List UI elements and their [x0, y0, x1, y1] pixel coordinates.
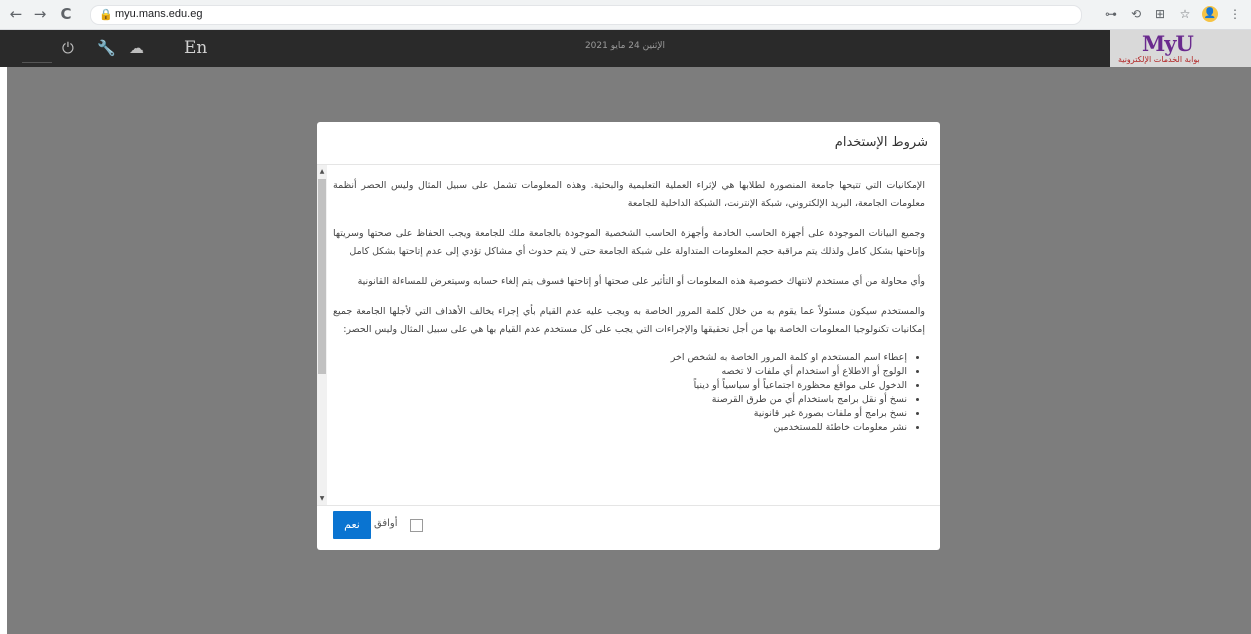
agree-checkbox[interactable]	[410, 519, 423, 532]
logo-subtitle: بوابة الخدمات الإلكترونية	[1118, 55, 1200, 64]
modal-body[interactable]: ▲ ▼ الإمكانيات التي تتيحها جامعة المنصور…	[317, 165, 940, 506]
list-item: الولوج أو الاطلاع أو استخدام أي ملفات لا…	[333, 365, 907, 379]
logo-text: MyU	[1142, 31, 1194, 56]
myu-logo[interactable]: MyU بوابة الخدمات الإلكترونية	[1110, 30, 1251, 67]
back-arrow-icon[interactable]: ←	[6, 4, 26, 24]
terms-paragraph: وأي محاولة من أي مستخدم لانتهاك خصوصية ه…	[357, 276, 925, 287]
forward-arrow-icon[interactable]: →	[30, 4, 50, 24]
terms-paragraph: والمستخدم سيكون مسئولاً عما يقوم به من خ…	[333, 306, 925, 335]
language-toggle[interactable]: En	[184, 38, 207, 58]
url-text[interactable]: myu.mans.edu.eg	[115, 8, 202, 20]
terms-content: الإمكانيات التي تتيحها جامعة المنصورة لط…	[333, 177, 925, 435]
list-item: نسخ برامج أو ملفات بصورة غير قانونية	[333, 407, 907, 421]
scrollbar-thumb[interactable]	[318, 179, 326, 374]
menu-kebab-icon[interactable]: ⋮	[1226, 5, 1244, 23]
browser-toolbar: ← → C 🔒 myu.mans.edu.eg ⊶ ⟲ ⊞ ☆ 👤 ⋮	[0, 0, 1251, 30]
list-item: إعطاء اسم المستخدم او كلمة المرور الخاصة…	[333, 351, 907, 365]
list-item: نشر معلومات خاطئة للمستخدمين	[333, 421, 907, 435]
yes-button[interactable]: نعم	[333, 511, 371, 539]
wrench-icon[interactable]: 🔧	[97, 39, 116, 57]
list-item: الدخول على مواقع محظورة اجتماعياً أو سيا…	[333, 379, 907, 393]
modal-footer: نعم أوافق	[317, 506, 940, 550]
cloud-icon[interactable]: ☁	[129, 39, 144, 57]
modal-title: شروط الإستخدام	[834, 135, 928, 150]
terms-paragraph: وجميع البيانات الموجودة على أجهزة الحاسب…	[333, 228, 925, 257]
history-icon[interactable]: ⟲	[1127, 5, 1145, 23]
key-icon[interactable]: ⊶	[1102, 5, 1120, 23]
app-header: ⏻ 🔧 ☁ En الإثنين 24 مايو 2021	[0, 30, 1251, 67]
terms-paragraph: الإمكانيات التي تتيحها جامعة المنصورة لط…	[333, 180, 925, 209]
scrollbar[interactable]: ▲ ▼	[317, 165, 327, 505]
reload-icon[interactable]: C	[56, 4, 76, 24]
power-icon[interactable]: ⏻	[62, 39, 74, 57]
list-item: نسخ أو نقل برامج باستخدام أي من طرق القر…	[333, 393, 907, 407]
header-divider	[22, 62, 52, 63]
modal-header: شروط الإستخدام	[317, 122, 940, 165]
lock-icon: 🔒	[99, 8, 113, 21]
terms-modal: شروط الإستخدام ▲ ▼ الإمكانيات التي تتيحه…	[317, 122, 940, 550]
translate-icon[interactable]: ⊞	[1151, 5, 1169, 23]
header-date: الإثنين 24 مايو 2021	[584, 41, 666, 51]
bookmark-star-icon[interactable]: ☆	[1176, 5, 1194, 23]
agree-label[interactable]: أوافق	[374, 518, 398, 529]
scroll-up-icon[interactable]: ▲	[318, 168, 326, 176]
address-bar[interactable]: 🔒 myu.mans.edu.eg	[90, 5, 1082, 25]
scroll-down-icon[interactable]: ▼	[318, 495, 326, 503]
terms-list: إعطاء اسم المستخدم او كلمة المرور الخاصة…	[333, 351, 925, 435]
profile-avatar[interactable]: 👤	[1202, 6, 1218, 22]
